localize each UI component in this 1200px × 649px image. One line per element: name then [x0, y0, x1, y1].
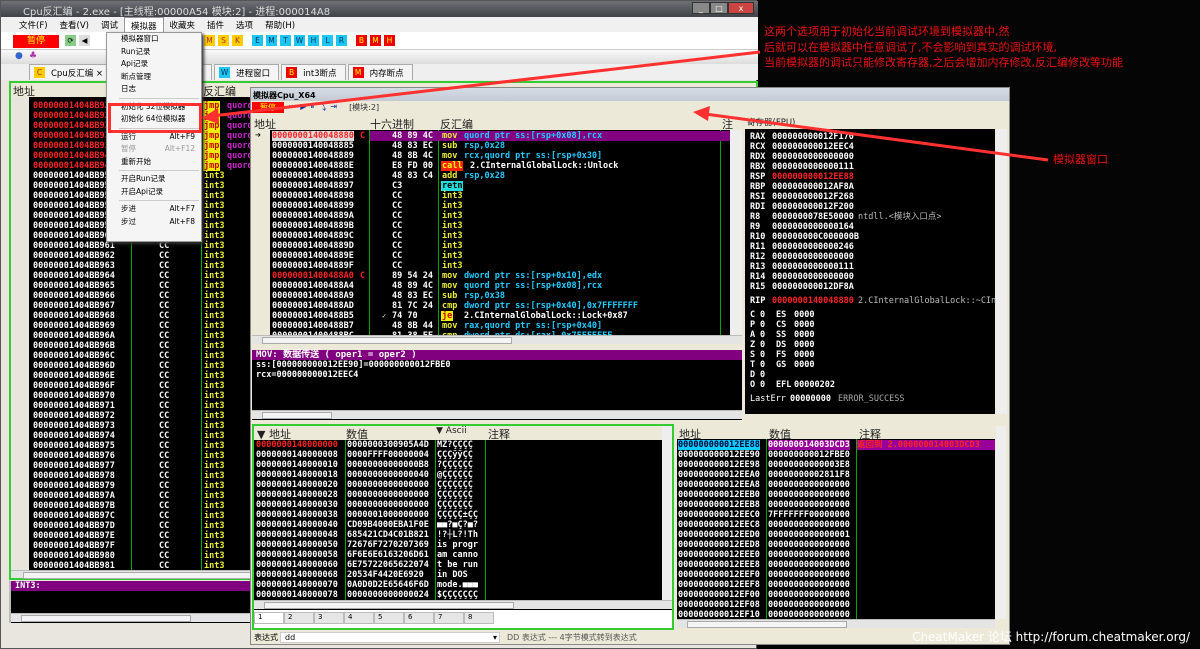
annotation-arrows [202, 50, 1049, 162]
arrow-to-menu [211, 50, 761, 118]
arrow-to-emulator [704, 112, 1049, 162]
watermark: CheatMaker 论坛 http://forum.cheatmaker.or… [912, 630, 1190, 644]
arrowhead-emulator [693, 106, 710, 121]
arrowhead-menu [202, 108, 219, 124]
